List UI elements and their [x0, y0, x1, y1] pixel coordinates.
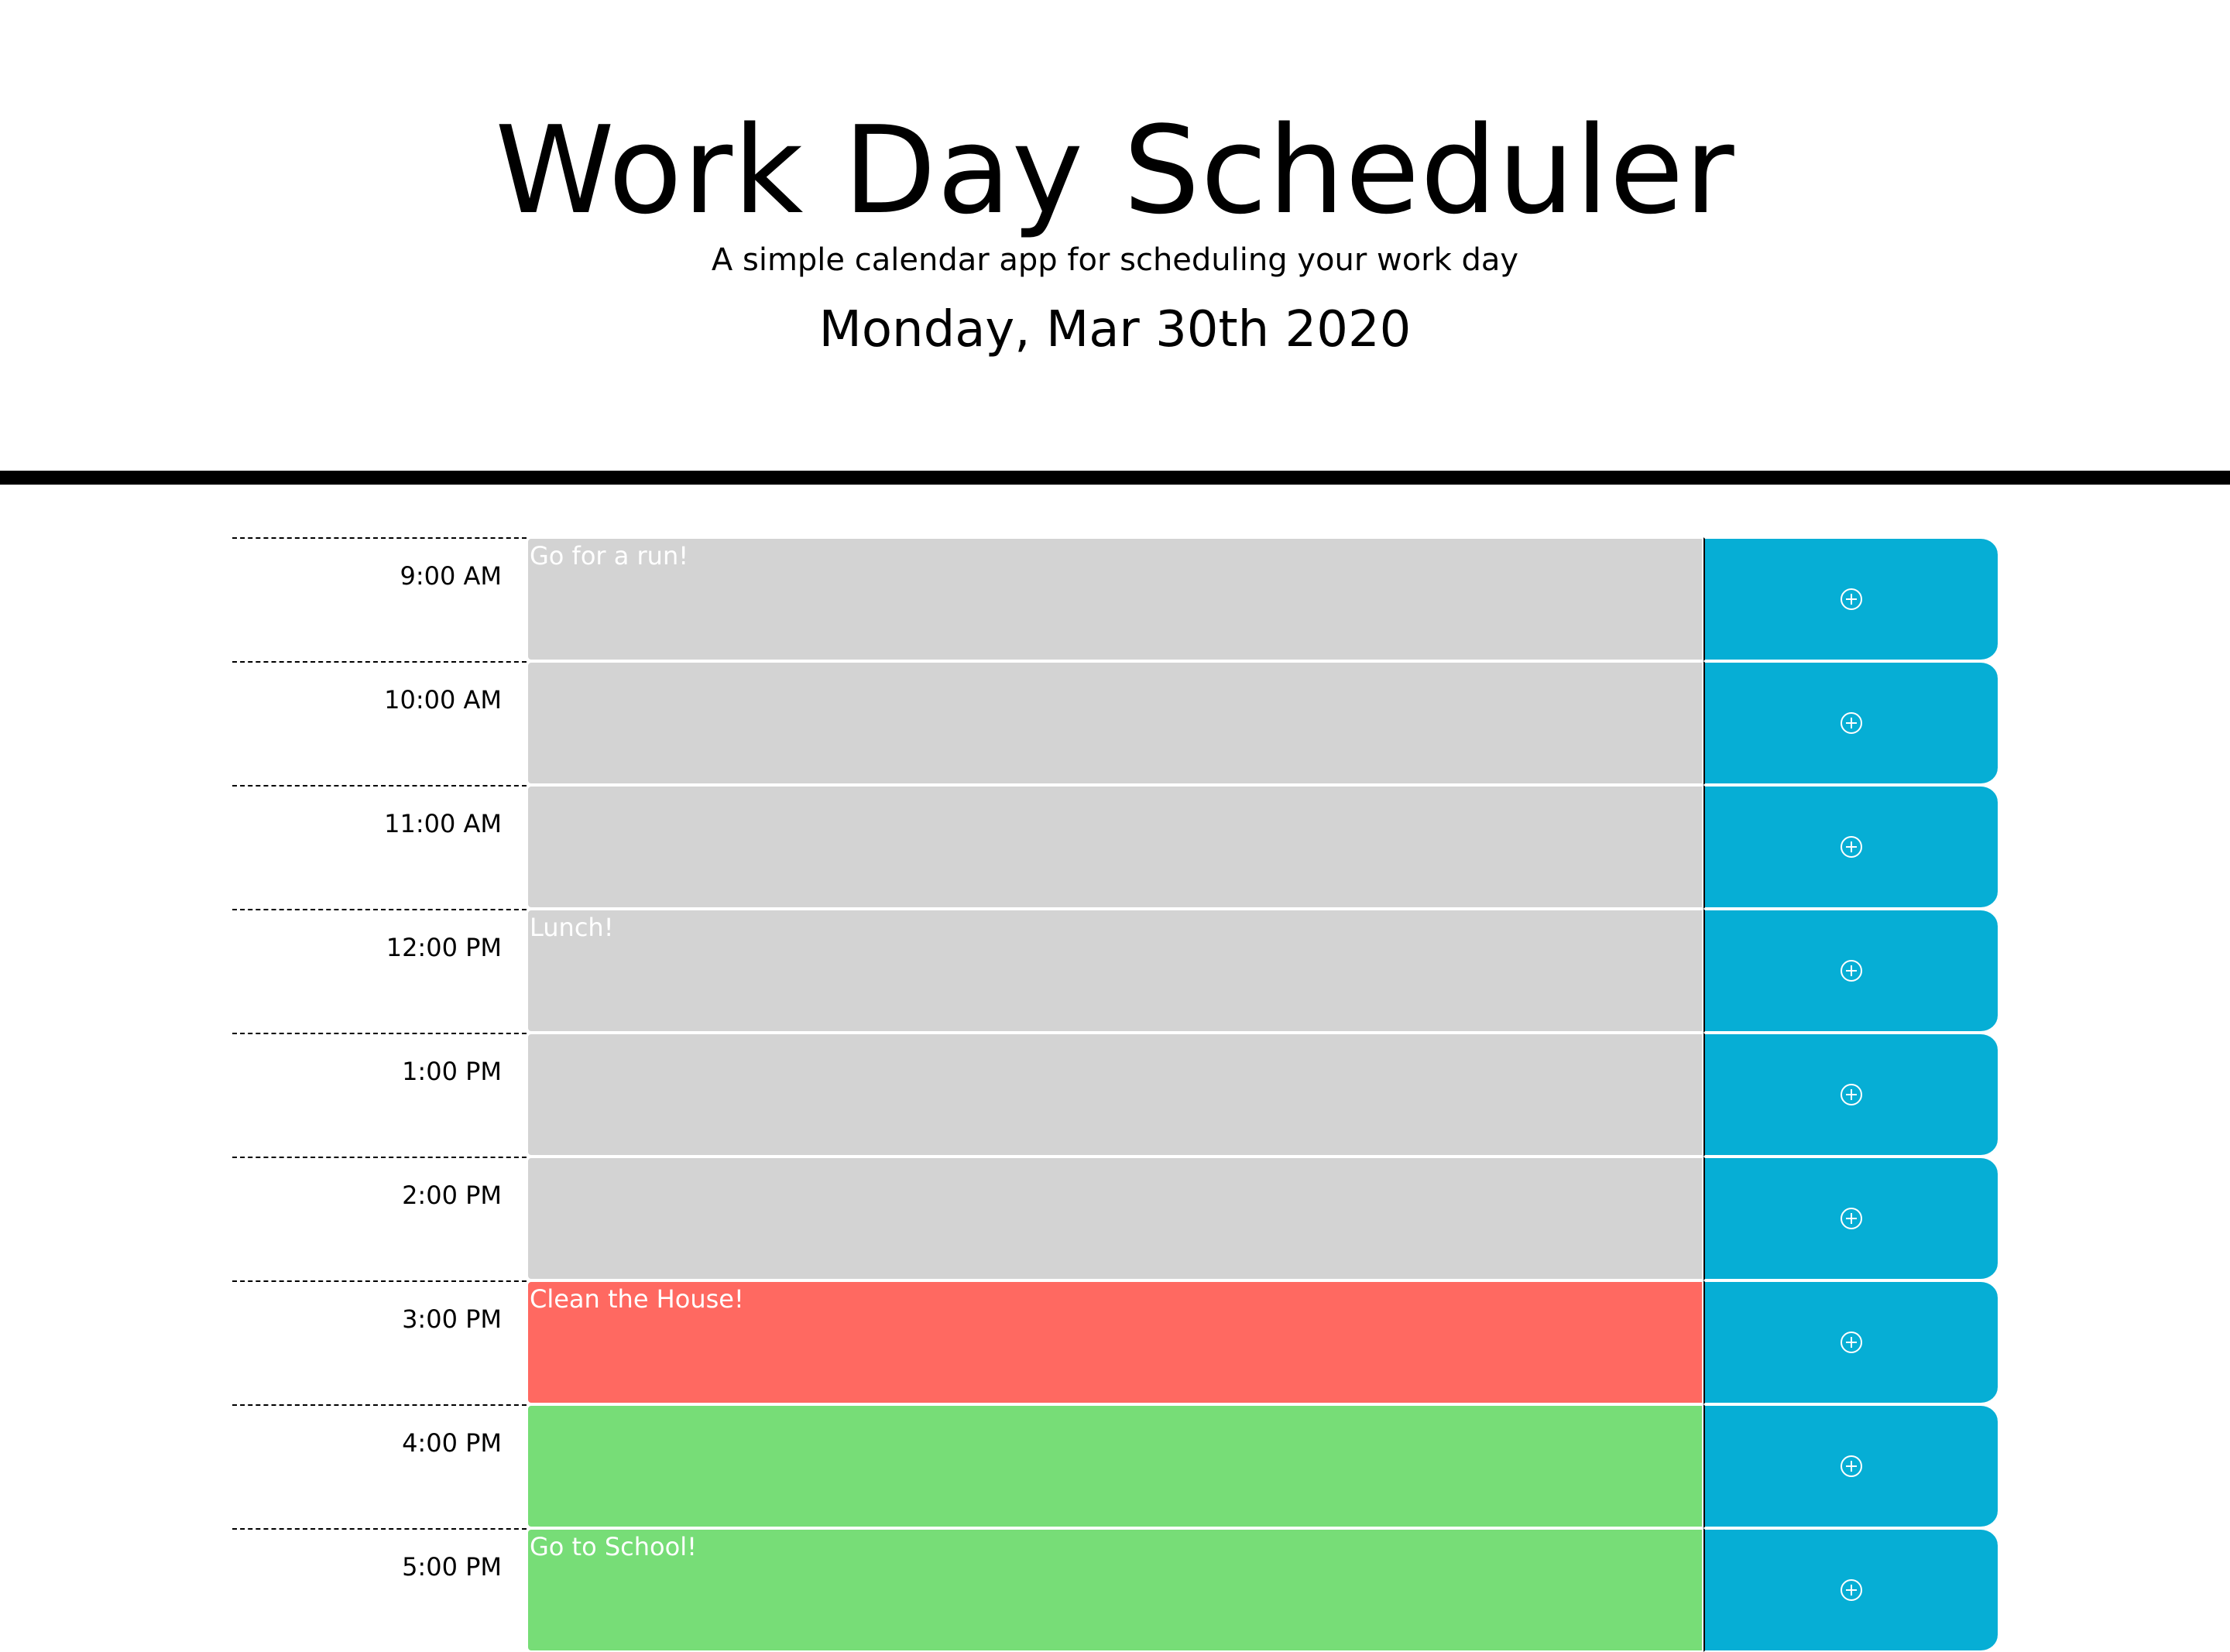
save-button[interactable]	[1703, 537, 1998, 661]
save-button[interactable]	[1703, 1404, 1998, 1528]
hour-text: 3:00 PM	[402, 1304, 502, 1334]
hour-label: 3:00 PM	[232, 1280, 527, 1404]
save-button[interactable]	[1703, 1157, 1998, 1280]
hour-label: 10:00 AM	[232, 661, 527, 785]
hour-text: 10:00 AM	[384, 685, 502, 715]
hour-label: 2:00 PM	[232, 1157, 527, 1280]
plus-circle-icon	[1841, 836, 1862, 858]
task-textarea[interactable]: Go to School!	[527, 1528, 1703, 1652]
time-block-row: 10:00 AM	[232, 661, 1998, 785]
hour-label: 9:00 AM	[232, 537, 527, 661]
hour-text: 9:00 AM	[400, 561, 502, 591]
save-button[interactable]	[1703, 661, 1998, 785]
task-textarea[interactable]	[527, 785, 1703, 909]
plus-circle-icon	[1841, 1208, 1862, 1229]
time-block-row: 11:00 AM	[232, 785, 1998, 909]
plus-circle-icon	[1841, 960, 1862, 982]
task-textarea[interactable]: Go for a run!	[527, 537, 1703, 661]
hour-label: 5:00 PM	[232, 1528, 527, 1652]
hour-label: 11:00 AM	[232, 785, 527, 909]
hour-text: 4:00 PM	[402, 1428, 502, 1458]
task-textarea[interactable]	[527, 1404, 1703, 1528]
task-textarea[interactable]	[527, 1033, 1703, 1157]
plus-circle-icon	[1841, 1332, 1862, 1353]
time-block-row: 9:00 AM Go for a run!	[232, 537, 1998, 661]
task-textarea[interactable]: Lunch!	[527, 909, 1703, 1033]
hour-label: 12:00 PM	[232, 909, 527, 1033]
hour-text: 1:00 PM	[402, 1057, 502, 1086]
save-button[interactable]	[1703, 785, 1998, 909]
hour-label: 4:00 PM	[232, 1404, 527, 1528]
plus-circle-icon	[1841, 1455, 1862, 1477]
plus-circle-icon	[1841, 588, 1862, 610]
time-block-row: 3:00 PM Clean the House!	[232, 1280, 1998, 1404]
hour-text: 2:00 PM	[402, 1181, 502, 1210]
time-block-row: 12:00 PM Lunch!	[232, 909, 1998, 1033]
time-block-row: 4:00 PM	[232, 1404, 1998, 1528]
hour-label: 1:00 PM	[232, 1033, 527, 1157]
plus-circle-icon	[1841, 1579, 1862, 1601]
hour-text: 5:00 PM	[402, 1552, 502, 1582]
hour-text: 11:00 AM	[384, 809, 502, 838]
hour-text: 12:00 PM	[386, 933, 502, 962]
task-textarea[interactable]: Clean the House!	[527, 1280, 1703, 1404]
time-block-row: 5:00 PM Go to School!	[232, 1528, 1998, 1652]
save-button[interactable]	[1703, 1280, 1998, 1404]
plus-circle-icon	[1841, 712, 1862, 734]
time-block-container: 9:00 AM Go for a run! 10:00 AM 11:00 AM …	[0, 0, 2230, 1652]
task-textarea[interactable]	[527, 661, 1703, 785]
save-button[interactable]	[1703, 1528, 1998, 1652]
time-block-row: 2:00 PM	[232, 1157, 1998, 1280]
save-button[interactable]	[1703, 909, 1998, 1033]
time-block-row: 1:00 PM	[232, 1033, 1998, 1157]
save-button[interactable]	[1703, 1033, 1998, 1157]
plus-circle-icon	[1841, 1084, 1862, 1105]
task-textarea[interactable]	[527, 1157, 1703, 1280]
